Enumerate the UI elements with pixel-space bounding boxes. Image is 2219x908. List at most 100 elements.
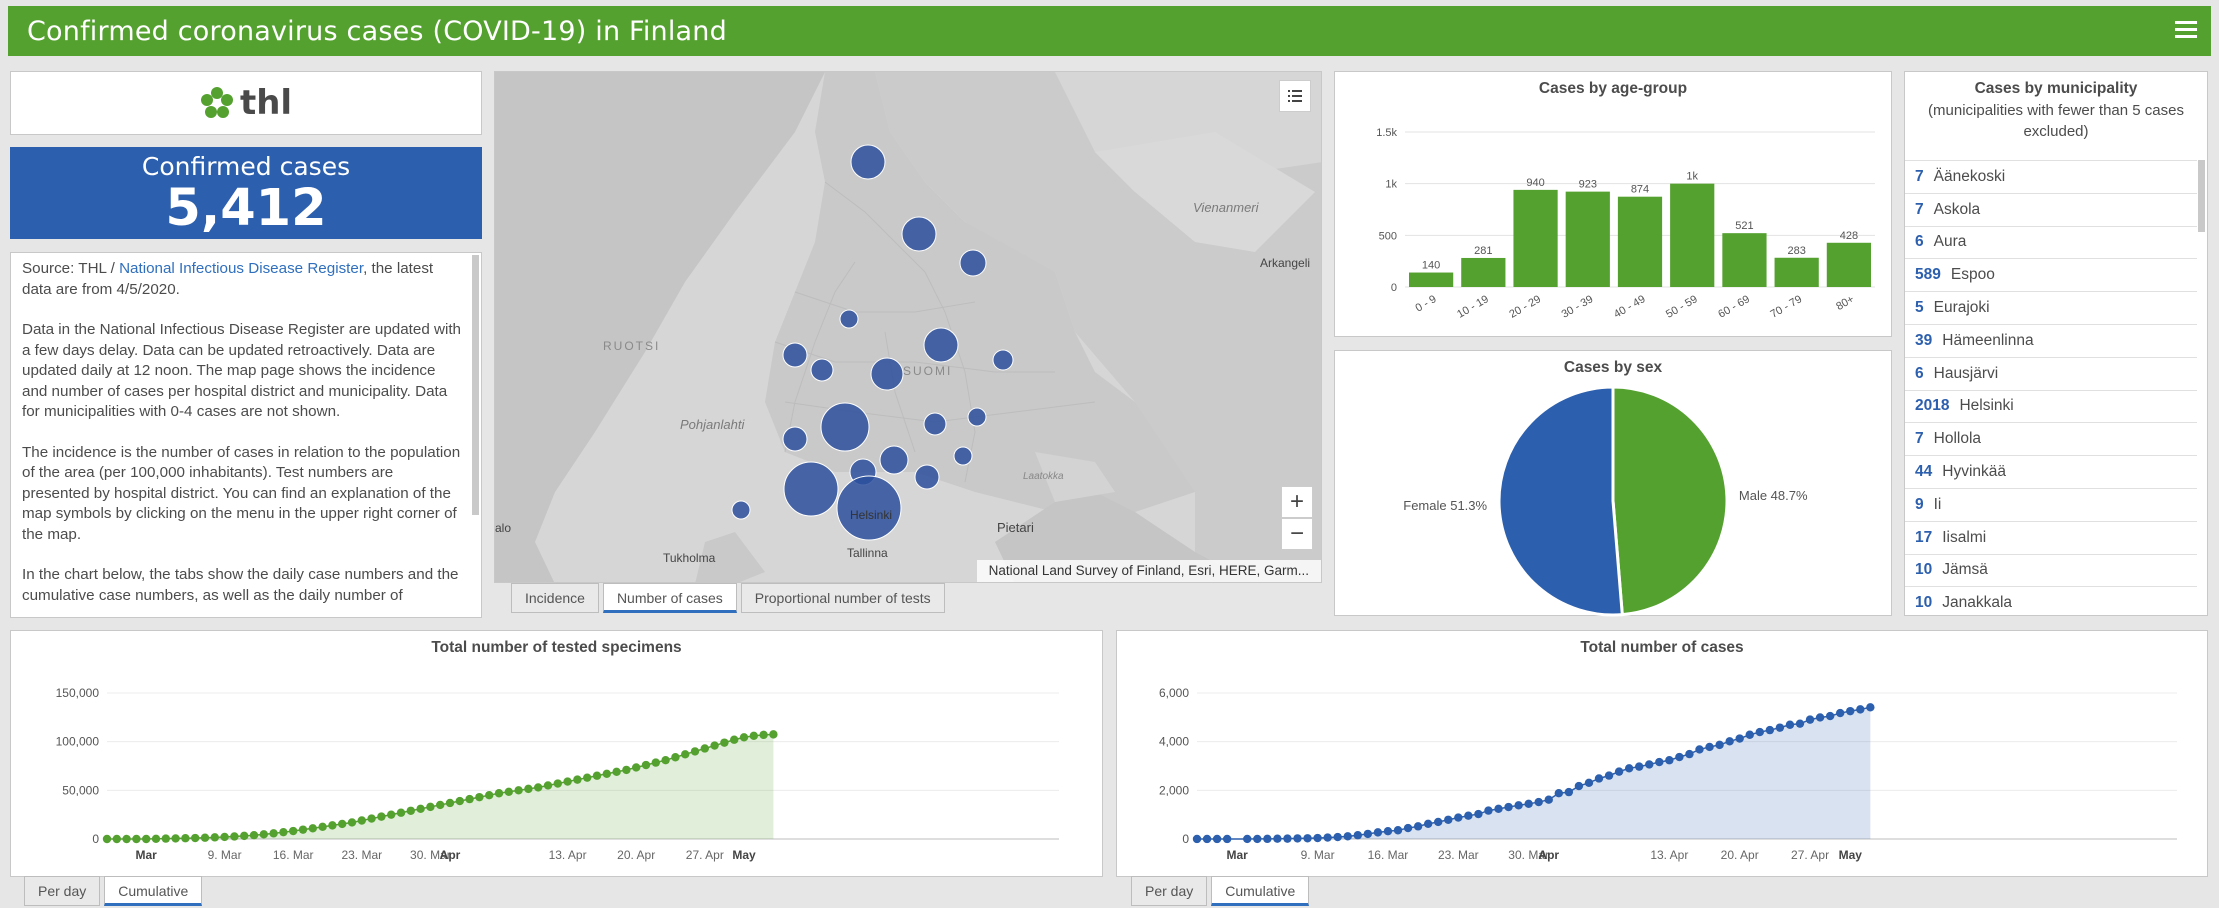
confirmed-cases-label: Confirmed cases bbox=[141, 152, 351, 181]
tab-cumulative[interactable]: Cumulative bbox=[1211, 876, 1310, 906]
data-point bbox=[1293, 834, 1302, 843]
tab-per-day[interactable]: Per day bbox=[1131, 876, 1208, 906]
data-point bbox=[1645, 760, 1654, 769]
list-item[interactable]: 6 Aura bbox=[1905, 225, 2197, 259]
data-point bbox=[612, 767, 621, 777]
data-point bbox=[455, 796, 464, 806]
data-label: 874 bbox=[1631, 184, 1649, 196]
municipality-scrollbar[interactable] bbox=[2198, 160, 2205, 232]
municipality-name: Ii bbox=[1933, 495, 1942, 513]
municipality-name: Hausjärvi bbox=[1933, 364, 1999, 382]
data-point bbox=[1393, 826, 1403, 835]
list-item[interactable]: 17 Iisalmi bbox=[1905, 520, 2197, 554]
map-label-pietari: Pietari bbox=[997, 520, 1034, 535]
data-point bbox=[240, 831, 249, 841]
list-item[interactable]: 589 Espoo bbox=[1905, 258, 2197, 291]
info-panel[interactable]: Source: THL / National Infectious Diseas… bbox=[10, 252, 482, 618]
data-point bbox=[1856, 705, 1865, 714]
data-point bbox=[367, 814, 376, 823]
confirmed-cases-panel: Confirmed cases 5,412 bbox=[10, 147, 482, 239]
data-point bbox=[661, 755, 670, 765]
list-item[interactable]: 2018 Helsinki bbox=[1905, 389, 2197, 423]
pie-label: Female 51.3% bbox=[1403, 498, 1487, 513]
data-point bbox=[1444, 815, 1453, 824]
map-label-tukholma: Tukholma bbox=[663, 551, 716, 565]
data-point bbox=[602, 769, 611, 778]
data-point bbox=[1715, 740, 1724, 750]
thl-flower-logo-icon bbox=[200, 87, 233, 118]
data-point bbox=[102, 834, 112, 844]
data-point bbox=[249, 831, 259, 840]
y-tick-label: 500 bbox=[1379, 230, 1397, 242]
data-point bbox=[1544, 795, 1553, 804]
map-view[interactable]: RUOTSI SUOMI Pohjanlahti Vienanmeri Arka… bbox=[494, 71, 1322, 583]
confirmed-cases-value: 5,412 bbox=[165, 179, 327, 238]
data-point bbox=[759, 730, 768, 740]
tab-proportional-tests[interactable]: Proportional number of tests bbox=[740, 583, 945, 613]
tab-number-of-cases[interactable]: Number of cases bbox=[602, 583, 737, 613]
tested-chart-panel: Total number of tested specimens 0 50,000… bbox=[10, 630, 1103, 877]
data-point bbox=[1283, 834, 1292, 843]
municipality-name: Helsinki bbox=[1959, 397, 2014, 415]
data-point bbox=[1363, 829, 1373, 839]
data-point bbox=[1825, 711, 1835, 721]
municipality-name: Äänekoski bbox=[1933, 167, 2006, 185]
data-point bbox=[769, 730, 778, 739]
y-tick-label: 100,000 bbox=[56, 735, 100, 749]
tab-incidence[interactable]: Incidence bbox=[511, 583, 599, 613]
y-tick-label: 50,000 bbox=[62, 783, 99, 797]
y-tick-label: 0 bbox=[1391, 282, 1397, 294]
data-point bbox=[436, 800, 445, 810]
list-item[interactable]: 10 Janakkala bbox=[1905, 586, 2197, 615]
list-item[interactable]: 7 Äänekoski bbox=[1905, 160, 2197, 193]
municipality-count: 44 bbox=[1915, 463, 1933, 481]
list-item[interactable]: 44 Hyvinkää bbox=[1905, 455, 2197, 488]
y-tick-label: 1.5k bbox=[1376, 127, 1397, 139]
list-item[interactable]: 5 Eurajoki bbox=[1905, 291, 2197, 324]
data-label: 1k bbox=[1686, 171, 1698, 183]
total-tabs: Per day Cumulative bbox=[1131, 876, 1313, 906]
list-item[interactable]: 6 Hausjärvi bbox=[1905, 356, 2197, 390]
tab-per-day[interactable]: Per day bbox=[24, 876, 101, 906]
data-point bbox=[730, 735, 739, 744]
zoom-in-button[interactable]: + bbox=[1281, 486, 1313, 518]
total-cases-chart-panel: Total number of cases 0 2,000 4,000 6,000 Ma… bbox=[1116, 630, 2208, 877]
logo-panel: thl bbox=[10, 71, 482, 135]
data-point bbox=[1705, 742, 1714, 752]
list-item[interactable]: 9 Ii bbox=[1905, 487, 2197, 521]
data-point bbox=[298, 825, 308, 834]
data-point bbox=[1805, 715, 1815, 724]
list-item[interactable]: 7 Hollola bbox=[1905, 422, 2197, 455]
list-item[interactable]: 10 Jämsä bbox=[1905, 553, 2197, 587]
info-source: Source: THL / National Infectious Diseas… bbox=[22, 260, 434, 298]
x-tick-label: 27. Apr bbox=[686, 848, 724, 862]
municipality-list[interactable]: 7 Äänekoski 7 Askola 6 Aura 589 Espoo 5 Eurajoki 3… bbox=[1905, 160, 2197, 615]
data-point bbox=[161, 834, 170, 843]
zoom-out-button[interactable]: − bbox=[1281, 518, 1313, 550]
data-point bbox=[514, 786, 523, 795]
data-point bbox=[1243, 834, 1252, 844]
data-point bbox=[739, 733, 749, 742]
list-item[interactable]: 7 Askola bbox=[1905, 192, 2197, 226]
data-point bbox=[406, 806, 415, 815]
tab-cumulative[interactable]: Cumulative bbox=[104, 876, 203, 906]
data-point bbox=[230, 832, 239, 841]
register-link[interactable]: National Infectious Disease Register bbox=[119, 260, 363, 277]
data-point bbox=[475, 792, 484, 802]
info-scrollbar[interactable] bbox=[472, 255, 479, 515]
hamburger-menu-icon[interactable] bbox=[2175, 18, 2197, 40]
data-point bbox=[1434, 817, 1443, 827]
list-item[interactable]: 39 Hämeenlinna bbox=[1905, 323, 2197, 357]
data-point bbox=[1253, 834, 1262, 844]
x-tick-label: 16. Mar bbox=[273, 848, 314, 862]
data-point bbox=[1775, 723, 1785, 732]
legend-list-icon[interactable] bbox=[1279, 80, 1311, 112]
data-point bbox=[1755, 727, 1764, 737]
x-tick-label: 16. Mar bbox=[1368, 848, 1409, 862]
page-title: Confirmed coronavirus cases (COVID-19) i… bbox=[27, 16, 727, 47]
data-point bbox=[289, 826, 298, 836]
data-point bbox=[1353, 831, 1362, 840]
data-point bbox=[1333, 832, 1342, 842]
data-point bbox=[142, 834, 151, 844]
data-label: 428 bbox=[1840, 230, 1858, 242]
